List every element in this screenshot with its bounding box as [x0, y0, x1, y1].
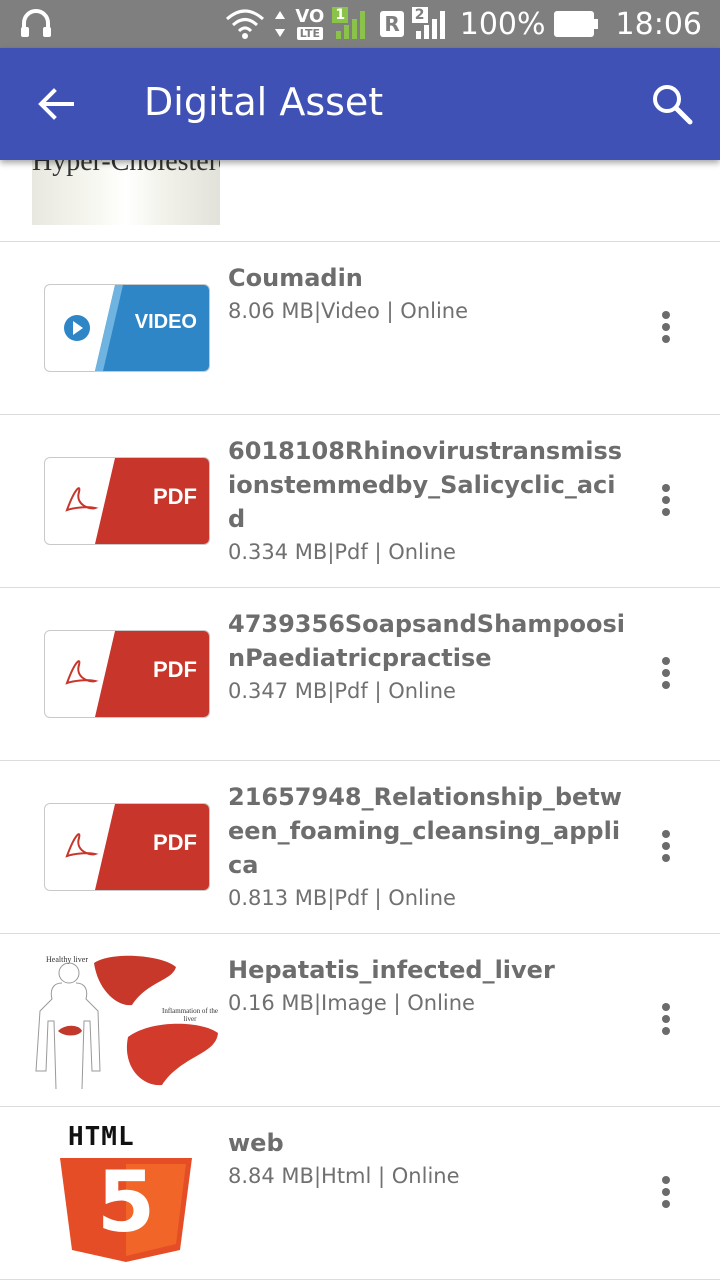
pdf-thumbnail: PDF	[32, 587, 220, 760]
asset-list: Hyper-Cholesterol VIDEO Coumadin 8.06 MB…	[0, 160, 720, 1280]
more-options-icon[interactable]	[660, 657, 672, 697]
inflamed-liver	[126, 1023, 218, 1086]
more-options-icon[interactable]	[660, 160, 672, 192]
thumb-label: PDF	[153, 484, 197, 509]
search-icon[interactable]	[650, 82, 694, 126]
small-liver	[58, 1025, 82, 1036]
healthy-label: Healthy liver	[46, 955, 88, 964]
acrobat-icon	[65, 833, 99, 858]
asset-meta: 0.16 MB|Image | Online	[228, 991, 475, 1015]
more-options-icon[interactable]	[660, 1176, 672, 1216]
asset-meta: 0.347 MB|Pdf | Online	[228, 679, 456, 703]
volte-indicator: VO LTE	[295, 8, 324, 40]
inflamed-label: Inflammation of the liver	[162, 1007, 218, 1023]
volte-bottom-label: LTE	[296, 27, 323, 40]
healthy-liver	[94, 955, 176, 1006]
asset-name: Coumadin	[228, 264, 363, 292]
html5-digit: 5	[96, 1153, 156, 1251]
arrow-back-icon[interactable]	[34, 82, 78, 126]
list-item[interactable]: Hyper-Cholesterol	[0, 160, 720, 242]
list-item[interactable]: PDF 6018108Rhinovirustransmissionstemmed…	[0, 414, 720, 588]
asset-meta: 8.06 MB|Video | Online	[228, 299, 469, 323]
asset-name: 6018108Rhinovirustransmissionstemmedby_S…	[228, 437, 623, 533]
thumb-caption: Hyper-Cholesterol	[32, 160, 220, 177]
acrobat-icon	[65, 660, 99, 685]
sim1-signal-icon: 1	[332, 7, 372, 41]
acrobat-icon	[65, 487, 99, 512]
video-thumbnail: VIDEO	[32, 241, 220, 414]
status-bar: VO LTE 1 R 2 100% 18:06	[0, 0, 720, 48]
headset-icon	[21, 9, 51, 37]
thumb-label: PDF	[153, 657, 197, 682]
asset-name: Hepatatis_infected_liver	[228, 956, 555, 984]
more-options-icon[interactable]	[660, 1003, 672, 1043]
asset-meta: 0.813 MB|Pdf | Online	[228, 886, 456, 910]
list-item[interactable]: PDF 21657948_Relationship_between_foamin…	[0, 760, 720, 934]
body-outline	[35, 982, 101, 1089]
list-item[interactable]: PDF 4739356SoapsandShampoosinPaediatricp…	[0, 587, 720, 761]
clock: 18:06	[615, 6, 702, 42]
asset-meta: 0.334 MB|Pdf | Online	[228, 540, 456, 564]
wifi-icon	[226, 9, 265, 39]
list-item[interactable]: HTML 5 web 8.84 MB|Html | Online	[0, 1106, 720, 1280]
more-options-icon[interactable]	[660, 484, 672, 524]
asset-name: 21657948_Relationship_between_foaming_cl…	[228, 783, 622, 879]
roaming-badge: R	[380, 11, 404, 37]
more-options-icon[interactable]	[660, 311, 672, 351]
battery-icon	[553, 11, 598, 37]
list-item[interactable]: Healthy liver Inflammation of the liver …	[0, 933, 720, 1107]
battery-percent: 100%	[459, 6, 546, 42]
thumb-label: PDF	[153, 830, 197, 855]
data-arrows-icon	[275, 11, 286, 37]
asset-meta: 8.84 MB|Html | Online	[228, 1164, 460, 1188]
html5-thumbnail: HTML 5	[32, 1122, 220, 1262]
head-outline	[58, 962, 80, 984]
pdf-thumbnail: PDF	[32, 760, 220, 933]
pdf-thumbnail: PDF	[32, 414, 220, 587]
thumb-label: VIDEO	[134, 311, 197, 333]
asset-name: 4739356SoapsandShampoosinPaediatricpract…	[228, 610, 626, 672]
app-bar: Digital Asset	[0, 48, 720, 160]
list-item[interactable]: VIDEO Coumadin 8.06 MB|Video | Online	[0, 241, 720, 415]
sim2-signal-icon: 2	[411, 7, 452, 41]
liver-image-thumbnail: Healthy liver Inflammation of the liver	[32, 951, 220, 1089]
page-title: Digital Asset	[144, 80, 384, 124]
volte-top-label: VO	[295, 6, 325, 27]
image-thumbnail: Hyper-Cholesterol	[32, 160, 220, 225]
more-options-icon[interactable]	[660, 830, 672, 870]
asset-name: web	[228, 1129, 284, 1157]
